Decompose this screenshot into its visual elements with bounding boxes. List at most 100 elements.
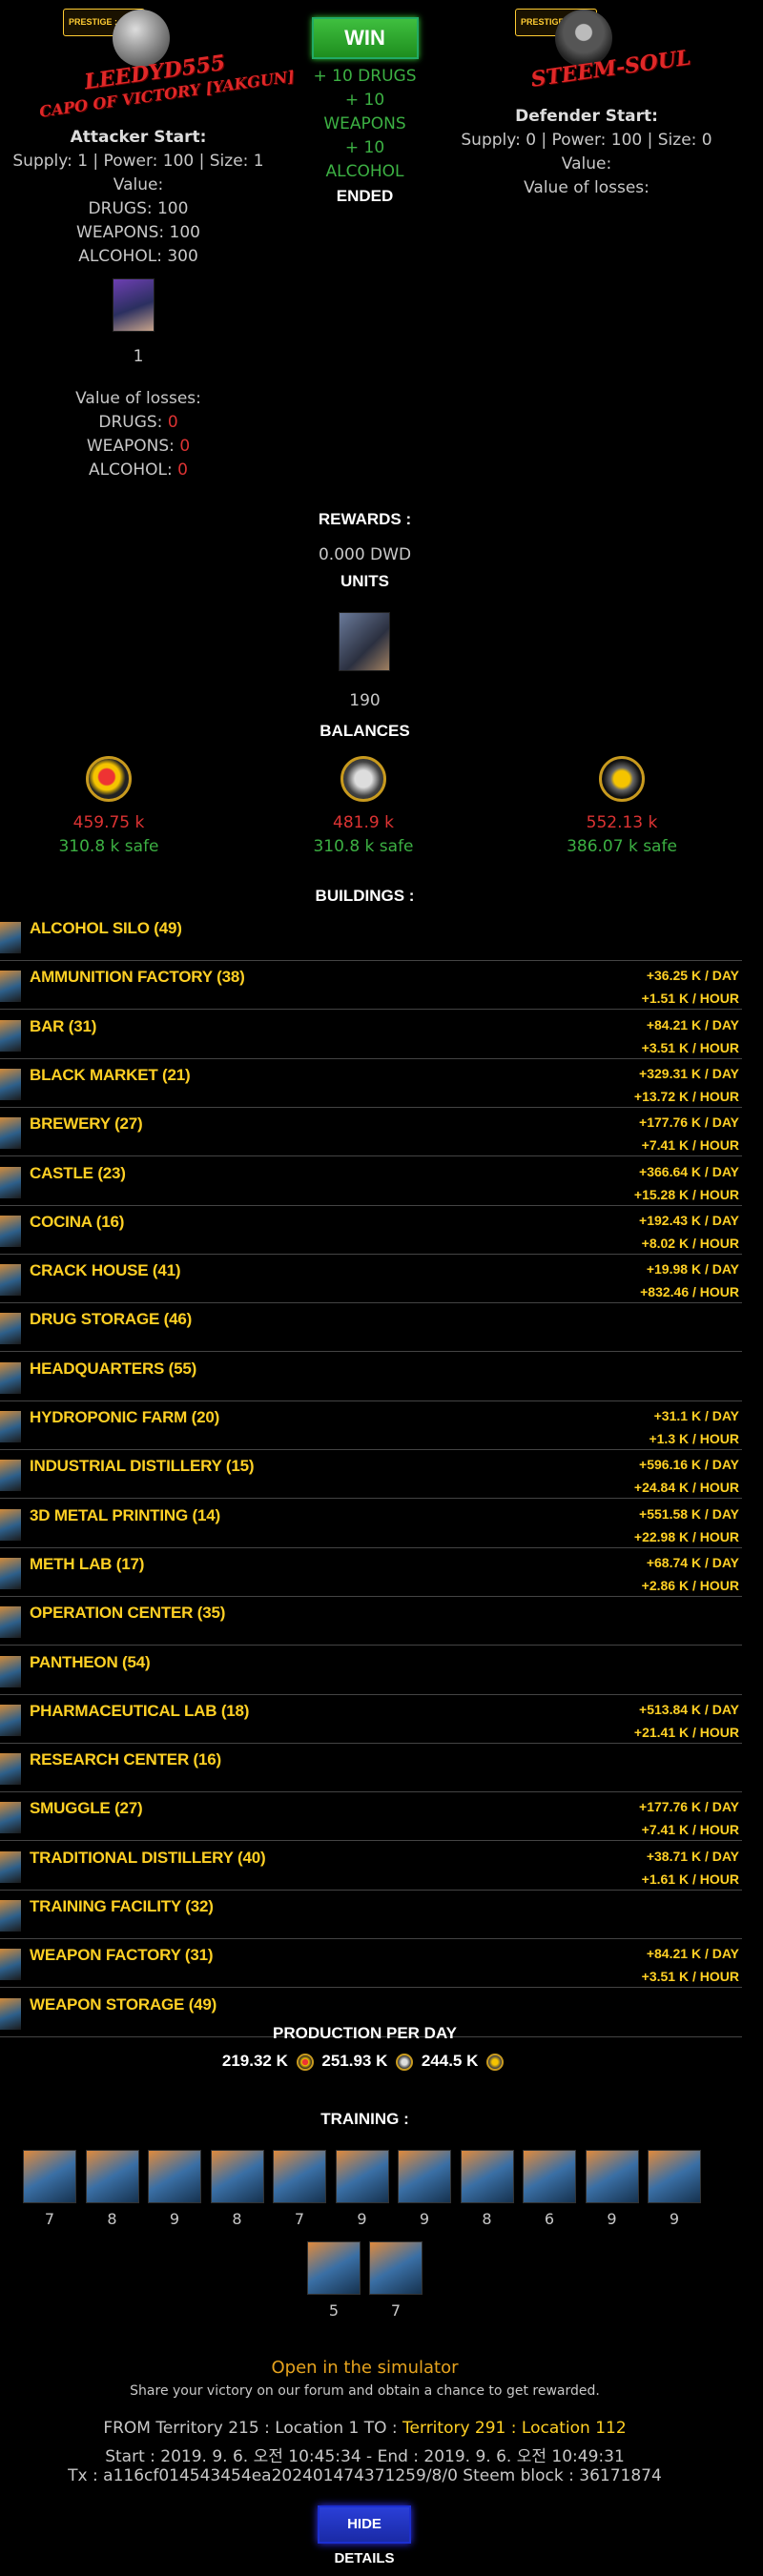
gain-drugs: + 10 DRUGS [313, 67, 417, 86]
building-row[interactable]: PANTHEON (54) [0, 1647, 742, 1695]
building-thumbnail[interactable] [0, 1900, 21, 1932]
building-row[interactable]: CRACK HOUSE (41) +19.98 K / DAY +832.46 / … [0, 1256, 742, 1304]
building-name: HYDROPONIC FARM (20) [30, 1408, 220, 1426]
attacker-unit-image[interactable] [113, 278, 155, 332]
defender-name[interactable]: STEEM-SOUL [529, 45, 692, 92]
share-text: Share your victory on our forum and obta… [130, 2383, 600, 2399]
building-row[interactable]: HYDROPONIC FARM (20) +31.1 K / DAY +1.3 K … [0, 1402, 742, 1450]
training-unit-card[interactable] [307, 2241, 361, 2295]
building-row[interactable]: DRUG STORAGE (46) [0, 1304, 742, 1353]
buildings-title: BUILDINGS : [315, 887, 415, 905]
attacker-start-heading: Attacker Start: [70, 128, 207, 147]
building-thumbnail[interactable] [0, 1068, 21, 1100]
training-title: TRAINING : [320, 2110, 409, 2128]
building-thumbnail[interactable] [0, 1850, 21, 1883]
building-name: TRAINING FACILITY (32) [30, 1897, 214, 1915]
loss-alcohol-label: ALCOHOL: [89, 460, 178, 480]
building-row[interactable]: INDUSTRIAL DISTILLERY (15) +596.16 K / DA… [0, 1451, 742, 1500]
building-thumbnail[interactable] [0, 1655, 21, 1687]
building-row[interactable]: HEADQUARTERS (55) [0, 1354, 742, 1401]
training-level: 7 [390, 2301, 402, 2320]
training-unit-card[interactable] [335, 2150, 389, 2203]
building-thumbnail[interactable] [0, 1753, 21, 1786]
loss-drugs-label: DRUGS: [98, 413, 168, 432]
building-thumbnail[interactable] [0, 1606, 21, 1639]
building-name: HEADQUARTERS (55) [30, 1359, 197, 1378]
building-row[interactable]: TRAINING FACILITY (32) [0, 1891, 742, 1939]
building-row[interactable]: RESEARCH CENTER (16) [0, 1745, 742, 1793]
building-thumbnail[interactable] [0, 1117, 21, 1150]
building-production-hour: +2.86 K / HOUR [641, 1577, 739, 1593]
defender-avatar-area: PRESTIGE : 1000 STEEM-SOUL [448, 0, 725, 105]
battle-result: WIN + 10 DRUGS + 10 WEAPONS + 10 ALCOHOL… [286, 17, 443, 208]
building-thumbnail[interactable] [0, 1264, 21, 1297]
attacker-unit [0, 269, 277, 345]
building-thumbnail[interactable] [0, 1557, 21, 1589]
training-unit-card[interactable] [148, 2150, 201, 2203]
hide-details-button[interactable]: HIDE DETAILS [318, 2505, 411, 2566]
training-unit-card[interactable] [210, 2150, 264, 2203]
simulator-link[interactable]: Open in the simulator [0, 2358, 730, 2378]
training-unit-card[interactable] [648, 2150, 701, 2203]
building-row[interactable]: WEAPON FACTORY (31) +84.21 K / DAY +3.51 K… [0, 1940, 742, 1989]
building-production-day: +31.1 K / DAY [653, 1408, 739, 1423]
building-row[interactable]: BAR (31) +84.21 K / DAY +3.51 K / HOUR [0, 1012, 742, 1059]
production-alcohol: 244.5 K [421, 2052, 479, 2070]
building-thumbnail[interactable] [0, 1802, 21, 1834]
building-production-hour: +15.28 K / HOUR [633, 1186, 739, 1202]
building-thumbnail[interactable] [0, 1313, 21, 1345]
training-unit-card[interactable] [523, 2150, 576, 2203]
building-thumbnail[interactable] [0, 922, 21, 953]
training-unit-card[interactable] [369, 2241, 423, 2295]
training-unit-card[interactable] [273, 2150, 326, 2203]
building-production-hour: +8.02 K / HOUR [641, 1235, 739, 1251]
training-unit-card[interactable] [460, 2150, 514, 2203]
building-thumbnail[interactable] [0, 1166, 21, 1198]
building-row[interactable]: COCINA (16) +192.43 K / DAY +8.02 K / HOUR [0, 1207, 742, 1255]
building-production-day: +329.31 K / DAY [639, 1065, 739, 1081]
building-thumbnail[interactable] [0, 1704, 21, 1736]
training-level: 7 [44, 2210, 55, 2228]
building-row[interactable]: PHARMACEUTICAL LAB (18) +513.84 K / DAY +2… [0, 1696, 742, 1744]
building-row[interactable]: METH LAB (17) +68.74 K / DAY +2.86 K / HOU… [0, 1549, 742, 1597]
building-thumbnail[interactable] [0, 1460, 21, 1492]
building-thumbnail[interactable] [0, 1411, 21, 1442]
building-name: TRADITIONAL DISTILLERY (40) [30, 1848, 266, 1867]
building-row[interactable]: CASTLE (23) +366.64 K / DAY +15.28 K / HOU… [0, 1158, 742, 1206]
defender-panel: PRESTIGE : 1000 STEEM-SOUL Defender Star… [448, 0, 725, 200]
building-row[interactable]: BLACK MARKET (21) +329.31 K / DAY +13.72 K… [0, 1060, 742, 1108]
training-level: 8 [107, 2210, 117, 2228]
building-row[interactable]: SMUGGLE (27) +177.76 K / DAY +7.41 K / HOU… [0, 1793, 742, 1842]
training-level: 6 [544, 2210, 555, 2228]
building-production-day: +177.76 K / DAY [639, 1114, 739, 1131]
building-name: 3D METAL PRINTING (14) [30, 1505, 220, 1524]
training-unit-card[interactable] [85, 2150, 139, 2203]
training-unit-card[interactable] [398, 2150, 451, 2203]
building-thumbnail[interactable] [0, 971, 21, 1003]
building-thumbnail[interactable] [0, 1361, 21, 1394]
building-row[interactable]: ALCOHOL SILO (49) [0, 913, 742, 961]
route-to[interactable]: Territory 291 : Location 112 [402, 2419, 627, 2438]
weapons-icon [340, 756, 386, 802]
building-row[interactable]: BREWERY (27) +177.76 K / DAY +7.41 K / HOU… [0, 1109, 742, 1157]
training-unit-card[interactable] [585, 2150, 639, 2203]
defender-value-label: Value: [561, 154, 612, 174]
building-production-day: +177.76 K / DAY [639, 1799, 739, 1815]
training-unit-card[interactable] [23, 2150, 76, 2203]
reward-unit-image[interactable] [339, 612, 390, 671]
building-production-day: +84.21 K / DAY [646, 1946, 739, 1962]
building-row[interactable]: 3D METAL PRINTING (14) +551.58 K / DAY +22… [0, 1501, 742, 1548]
building-thumbnail[interactable] [0, 1019, 21, 1052]
attacker-unit-count: 1 [133, 347, 144, 366]
building-thumbnail[interactable] [0, 1508, 21, 1541]
building-thumbnail[interactable] [0, 1215, 21, 1247]
building-row[interactable]: AMMUNITION FACTORY (38) +36.25 K / DAY +1.… [0, 962, 742, 1011]
building-row[interactable]: OPERATION CENTER (35) [0, 1598, 742, 1646]
building-thumbnail[interactable] [0, 1949, 21, 1981]
balance-drugs-value: 459.75 k [72, 813, 145, 832]
building-row[interactable]: TRADITIONAL DISTILLERY (40) +38.71 K / DA… [0, 1843, 742, 1891]
training-level: 9 [669, 2210, 680, 2228]
training-level: 9 [357, 2210, 367, 2228]
building-production-hour: +7.41 K / HOUR [641, 1822, 739, 1838]
building-production-day: +366.64 K / DAY [639, 1163, 739, 1179]
